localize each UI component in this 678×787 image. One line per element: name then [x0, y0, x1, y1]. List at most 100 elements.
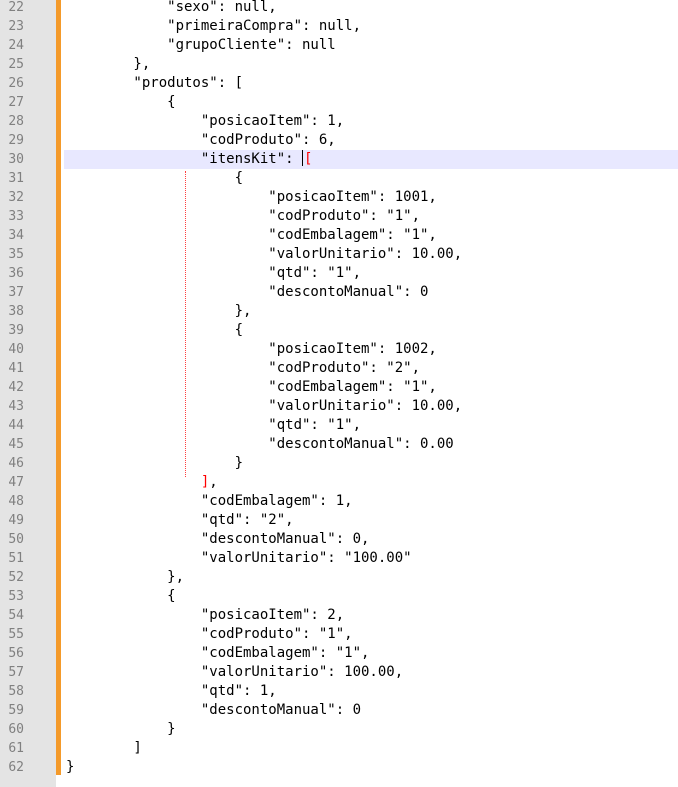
- line-code-text: }: [66, 758, 74, 777]
- line-number: 28: [8, 114, 24, 129]
- bracket-match-indent-guide: [185, 171, 186, 477]
- line-code-text: "sexo": null,: [66, 0, 277, 17]
- code-text: }: [66, 759, 75, 775]
- code-text: },: [66, 569, 185, 585]
- line-code-text: },: [66, 55, 150, 74]
- code-line[interactable]: 40 "posicaoItem": 1002,: [0, 340, 678, 359]
- code-line[interactable]: 24 "grupoCliente": null: [0, 36, 678, 55]
- code-text: "qtd": "2",: [66, 512, 294, 528]
- code-text: {: [66, 588, 176, 604]
- line-code-text: "valorUnitario": 100.00,: [66, 663, 403, 682]
- code-text-suffix: ,: [209, 474, 218, 490]
- code-line[interactable]: 22 "sexo": null,: [0, 0, 678, 17]
- code-line[interactable]: 58 "qtd": 1,: [0, 682, 678, 701]
- line-number: 42: [8, 380, 24, 395]
- code-line[interactable]: 37 "descontoManual": 0: [0, 283, 678, 302]
- code-line[interactable]: 51 "valorUnitario": "100.00": [0, 549, 678, 568]
- code-line[interactable]: 54 "posicaoItem": 2,: [0, 606, 678, 625]
- code-text: "codProduto": 6,: [66, 132, 336, 148]
- line-code-text: "codProduto": "1",: [66, 207, 420, 226]
- code-text: "posicaoItem": 1001,: [66, 189, 437, 205]
- line-number: 50: [8, 532, 24, 547]
- code-line[interactable]: 42 "codEmbalagem": "1",: [0, 378, 678, 397]
- code-line[interactable]: 36 "qtd": "1",: [0, 264, 678, 283]
- code-line[interactable]: 46 }: [0, 454, 678, 473]
- code-line[interactable]: 29 "codProduto": 6,: [0, 131, 678, 150]
- line-code-text: "posicaoItem": 1001,: [66, 188, 437, 207]
- code-line[interactable]: 33 "codProduto": "1",: [0, 207, 678, 226]
- code-line[interactable]: 25 },: [0, 55, 678, 74]
- code-editor[interactable]: 22 "sexo": null, 23 "primeiraCompra": nul…: [0, 0, 678, 787]
- line-code-text: "posicaoItem": 2,: [66, 606, 344, 625]
- line-code-text: {: [66, 587, 176, 606]
- code-line[interactable]: 52 },: [0, 568, 678, 587]
- code-text: "descontoManual": 0: [66, 702, 362, 718]
- line-number: 33: [8, 209, 24, 224]
- code-line[interactable]: 62}: [0, 758, 678, 777]
- code-line[interactable]: 27 {: [0, 93, 678, 112]
- line-number: 59: [8, 703, 24, 718]
- code-line[interactable]: 43 "valorUnitario": 10.00,: [0, 397, 678, 416]
- line-code-text: "primeiraCompra": null,: [66, 17, 361, 36]
- code-line[interactable]: 23 "primeiraCompra": null,: [0, 17, 678, 36]
- line-number: 24: [8, 38, 24, 53]
- code-line[interactable]: 45 "descontoManual": 0.00: [0, 435, 678, 454]
- line-code-text: "qtd": 1,: [66, 682, 277, 701]
- code-line[interactable]: 53 {: [0, 587, 678, 606]
- code-line[interactable]: 61 ]: [0, 739, 678, 758]
- code-line[interactable]: 39 {: [0, 321, 678, 340]
- line-number: 56: [8, 646, 24, 661]
- line-code-text: "posicaoItem": 1002,: [66, 340, 437, 359]
- line-code-text: "valorUnitario": 10.00,: [66, 245, 462, 264]
- code-line[interactable]: 28 "posicaoItem": 1,: [0, 112, 678, 131]
- line-number: 35: [8, 247, 24, 262]
- line-number: 36: [8, 266, 24, 281]
- code-text: ]: [66, 740, 142, 756]
- code-text: "codProduto": "1",: [66, 208, 421, 224]
- code-line[interactable]: 35 "valorUnitario": 10.00,: [0, 245, 678, 264]
- line-code-text: {: [66, 93, 175, 112]
- code-line[interactable]: 26 "produtos": [: [0, 74, 678, 93]
- line-code-text: {: [66, 321, 243, 340]
- line-code-text: "codProduto": "1",: [66, 625, 353, 644]
- line-number: 49: [8, 513, 24, 528]
- code-line[interactable]: 44 "qtd": "1",: [0, 416, 678, 435]
- code-line[interactable]: 59 "descontoManual": 0: [0, 701, 678, 720]
- matched-bracket: [: [304, 151, 313, 167]
- code-line[interactable]: 60 }: [0, 720, 678, 739]
- code-line[interactable]: 55 "codProduto": "1",: [0, 625, 678, 644]
- code-line[interactable]: 49 "qtd": "2",: [0, 511, 678, 530]
- line-number: 41: [8, 361, 24, 376]
- line-code-text: },: [66, 302, 252, 321]
- line-number: 45: [8, 437, 24, 452]
- line-number: 58: [8, 684, 24, 699]
- code-line[interactable]: 34 "codEmbalagem": "1",: [0, 226, 678, 245]
- code-text: "valorUnitario": 10.00,: [66, 398, 463, 414]
- line-code-text: "itensKit": [: [66, 150, 312, 169]
- code-line[interactable]: 31 {: [0, 169, 678, 188]
- line-code-text: "descontoManual": 0.00: [66, 435, 453, 454]
- code-line[interactable]: 56 "codEmbalagem": "1",: [0, 644, 678, 663]
- code-line[interactable]: 47 ],: [0, 473, 678, 492]
- code-text: "codEmbalagem": 1,: [66, 493, 353, 509]
- code-text: },: [66, 303, 252, 319]
- line-number: 47: [8, 475, 24, 490]
- line-number: 54: [8, 608, 24, 623]
- code-line[interactable]: 41 "codProduto": "2",: [0, 359, 678, 378]
- code-line[interactable]: 57 "valorUnitario": 100.00,: [0, 663, 678, 682]
- code-text: "descontoManual": 0,: [66, 531, 370, 547]
- line-code-text: "qtd": "1",: [66, 264, 361, 283]
- line-code-text: "posicaoItem": 1,: [66, 112, 344, 131]
- code-line[interactable]: 30 "itensKit": [: [0, 150, 678, 169]
- code-line[interactable]: 48 "codEmbalagem": 1,: [0, 492, 678, 511]
- code-text: "posicaoItem": 1002,: [66, 341, 437, 357]
- code-line[interactable]: 32 "posicaoItem": 1001,: [0, 188, 678, 207]
- code-line[interactable]: 50 "descontoManual": 0,: [0, 530, 678, 549]
- line-number: 25: [8, 57, 24, 72]
- line-number: 61: [8, 741, 24, 756]
- code-line[interactable]: 38 },: [0, 302, 678, 321]
- line-number: 60: [8, 722, 24, 737]
- line-code-text: "descontoManual": 0,: [66, 530, 370, 549]
- code-text: {: [66, 322, 244, 338]
- line-number: 23: [8, 19, 24, 34]
